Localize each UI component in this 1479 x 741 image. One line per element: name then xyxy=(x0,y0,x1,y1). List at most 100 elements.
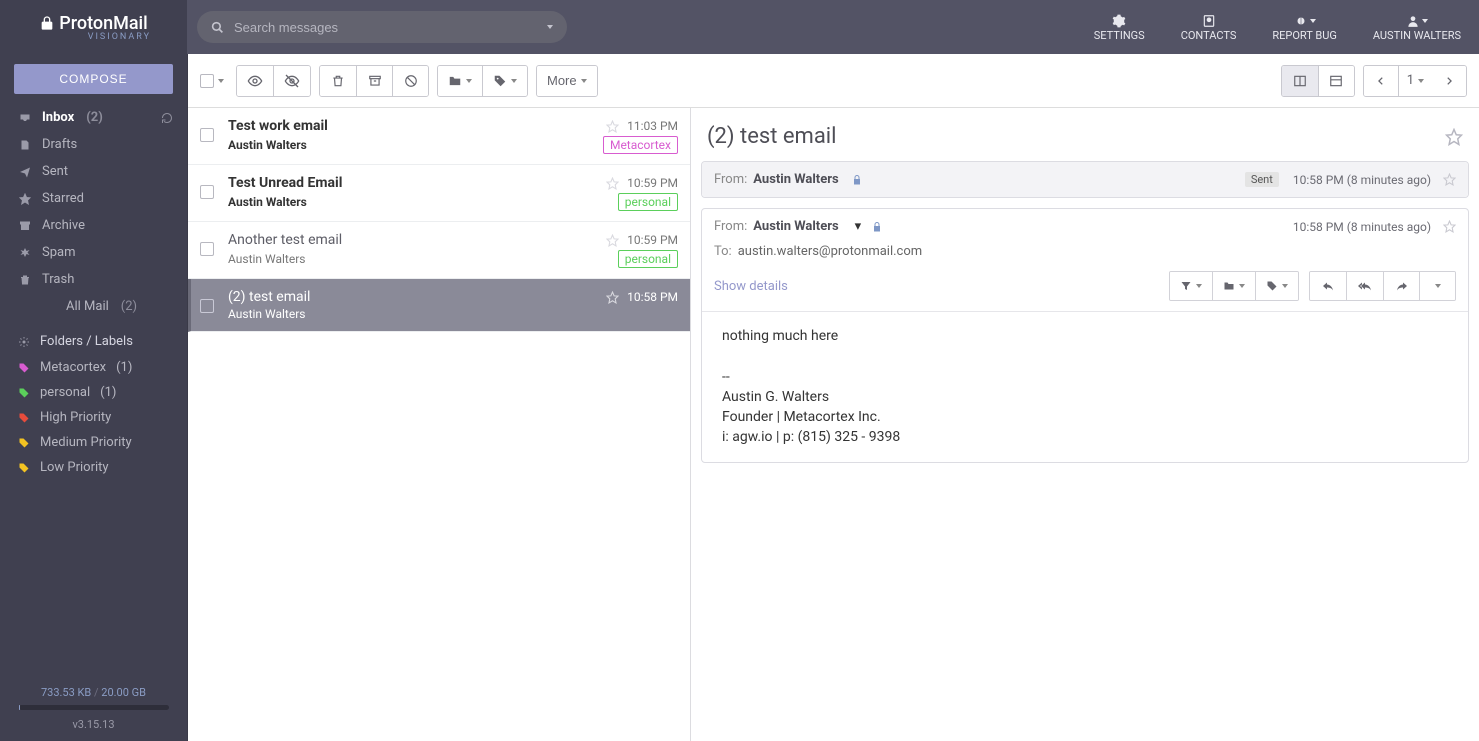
layout-rows-icon xyxy=(1329,74,1343,88)
star-icon[interactable] xyxy=(606,234,619,247)
message-row[interactable]: Another test email10:59 PMAustin Walters… xyxy=(188,222,690,279)
content-area: More 1 Test work email11:03 PMAustin Wal… xyxy=(187,54,1479,741)
contacts-icon xyxy=(1202,14,1216,28)
label-pill: Metacortex xyxy=(603,136,678,154)
organize-group xyxy=(437,65,528,97)
folder-label: Inbox xyxy=(42,110,74,125)
sidebar-item-spam[interactable]: Spam xyxy=(0,239,187,266)
sidebar-item-trash[interactable]: Trash xyxy=(0,266,187,293)
prev-page-button[interactable] xyxy=(1364,66,1398,96)
star-icon[interactable] xyxy=(1443,173,1456,186)
user-menu-button[interactable]: AUSTIN WALTERS xyxy=(1355,13,1479,42)
reply-button[interactable] xyxy=(1310,272,1346,300)
layout-rows-button[interactable] xyxy=(1318,66,1354,96)
star-icon[interactable] xyxy=(606,120,619,133)
message-row[interactable]: (2) test email10:58 PMAustin Walters xyxy=(188,279,690,332)
message-time: 10:59 PM xyxy=(627,176,678,190)
row-checkbox[interactable] xyxy=(200,185,214,199)
conversation-item: From: Austin Walters ▾10:58 PM (8 minute… xyxy=(701,208,1469,463)
archive-icon xyxy=(18,219,32,233)
tag-icon xyxy=(18,412,30,424)
user-icon xyxy=(1406,14,1420,28)
read-group xyxy=(236,65,311,97)
archive-button[interactable] xyxy=(356,66,392,96)
logo[interactable]: ProtonMail VISIONARY xyxy=(0,0,187,54)
sidebar-item-drafts[interactable]: Drafts xyxy=(0,131,187,158)
message-subject: Test work email xyxy=(228,118,598,134)
star-outline-icon[interactable] xyxy=(1445,128,1463,146)
message-row[interactable]: Test Unread Email10:59 PMAustin Waltersp… xyxy=(188,165,690,222)
message-subject: Another test email xyxy=(228,232,598,248)
more-actions-button[interactable] xyxy=(1419,272,1455,300)
conv-to-row: To: austin.walters@protonmail.com xyxy=(702,244,1468,267)
storage-used: 733.53 KB xyxy=(41,686,91,699)
star-icon[interactable] xyxy=(1443,220,1456,233)
settings-button[interactable]: SETTINGS xyxy=(1076,13,1163,42)
message-list[interactable]: Test work email11:03 PMAustin WaltersMet… xyxy=(188,108,691,741)
to-address: austin.walters@protonmail.com xyxy=(738,244,922,259)
layout-group xyxy=(1281,65,1355,97)
label-name: Medium Priority xyxy=(40,435,132,450)
sidebar-item-inbox[interactable]: Inbox(2) xyxy=(0,104,187,131)
search-dropdown-icon[interactable] xyxy=(547,25,553,29)
manage-group xyxy=(319,65,429,97)
spam-icon xyxy=(18,246,32,260)
logo-text: ProtonMail xyxy=(59,13,147,34)
folders-labels-heading[interactable]: Folders / Labels xyxy=(0,320,187,355)
label-item-low-priority[interactable]: Low Priority xyxy=(0,455,187,480)
reply-all-button[interactable] xyxy=(1346,272,1383,300)
forward-button[interactable] xyxy=(1383,272,1419,300)
row-checkbox[interactable] xyxy=(200,242,214,256)
add-label-button[interactable] xyxy=(482,66,527,96)
mark-read-button[interactable] xyxy=(237,66,273,96)
folder-label: All Mail xyxy=(66,299,109,314)
star-icon[interactable] xyxy=(606,177,619,190)
spam-button[interactable] xyxy=(392,66,428,96)
message-body: nothing much here--Austin G. WaltersFoun… xyxy=(702,311,1468,462)
select-all[interactable] xyxy=(200,74,224,88)
more-button[interactable]: More xyxy=(537,66,597,96)
label-item-high-priority[interactable]: High Priority xyxy=(0,405,187,430)
star-icon[interactable] xyxy=(606,291,619,304)
conv-time: 10:58 PM (8 minutes ago) xyxy=(1293,173,1431,187)
show-details-link[interactable]: Show details xyxy=(714,279,1159,294)
contacts-button[interactable]: CONTACTS xyxy=(1163,13,1255,42)
compose-button[interactable]: COMPOSE xyxy=(14,64,173,94)
filter-button[interactable] xyxy=(1170,272,1212,300)
select-all-checkbox[interactable] xyxy=(200,74,214,88)
label-item-personal[interactable]: personal(1) xyxy=(0,380,187,405)
nospam-icon xyxy=(404,74,418,88)
expand-icon[interactable]: ▾ xyxy=(855,219,862,234)
delete-button[interactable] xyxy=(320,66,356,96)
refresh-icon[interactable] xyxy=(161,112,173,124)
search-input[interactable] xyxy=(234,20,537,35)
conv-header[interactable]: From: Austin Walters Sent10:58 PM (8 min… xyxy=(702,162,1468,197)
sidebar-item-allmail[interactable]: All Mail(2) xyxy=(0,293,187,320)
tag-button[interactable] xyxy=(1255,272,1298,300)
label-pill: personal xyxy=(618,250,678,268)
label-count: (1) xyxy=(116,360,132,375)
sidebar-item-sent[interactable]: Sent xyxy=(0,158,187,185)
label-item-medium-priority[interactable]: Medium Priority xyxy=(0,430,187,455)
message-row[interactable]: Test work email11:03 PMAustin WaltersMet… xyxy=(188,108,690,165)
reply-all-icon xyxy=(1357,280,1373,292)
page-indicator[interactable]: 1 xyxy=(1398,66,1432,96)
pager: 1 xyxy=(1363,65,1467,97)
conv-header[interactable]: From: Austin Walters ▾10:58 PM (8 minute… xyxy=(702,209,1468,244)
tag-icon xyxy=(18,437,30,449)
next-page-button[interactable] xyxy=(1432,66,1466,96)
move-to-folder-button[interactable] xyxy=(438,66,482,96)
mark-unread-button[interactable] xyxy=(273,66,310,96)
layout-split-button[interactable] xyxy=(1282,66,1318,96)
folder-icon xyxy=(448,74,462,88)
sidebar-item-archive[interactable]: Archive xyxy=(0,212,187,239)
chevron-down-icon[interactable] xyxy=(218,79,224,83)
sidebar-item-starred[interactable]: Starred xyxy=(0,185,187,212)
label-item-metacortex[interactable]: Metacortex(1) xyxy=(0,355,187,380)
row-checkbox[interactable] xyxy=(200,128,214,142)
row-checkbox[interactable] xyxy=(200,299,214,313)
folder-label: Sent xyxy=(42,164,68,179)
folder-button[interactable] xyxy=(1212,272,1255,300)
report-bug-button[interactable]: REPORT BUG xyxy=(1254,13,1354,42)
reading-pane: (2) test email From: Austin Walters Sent… xyxy=(691,108,1479,741)
